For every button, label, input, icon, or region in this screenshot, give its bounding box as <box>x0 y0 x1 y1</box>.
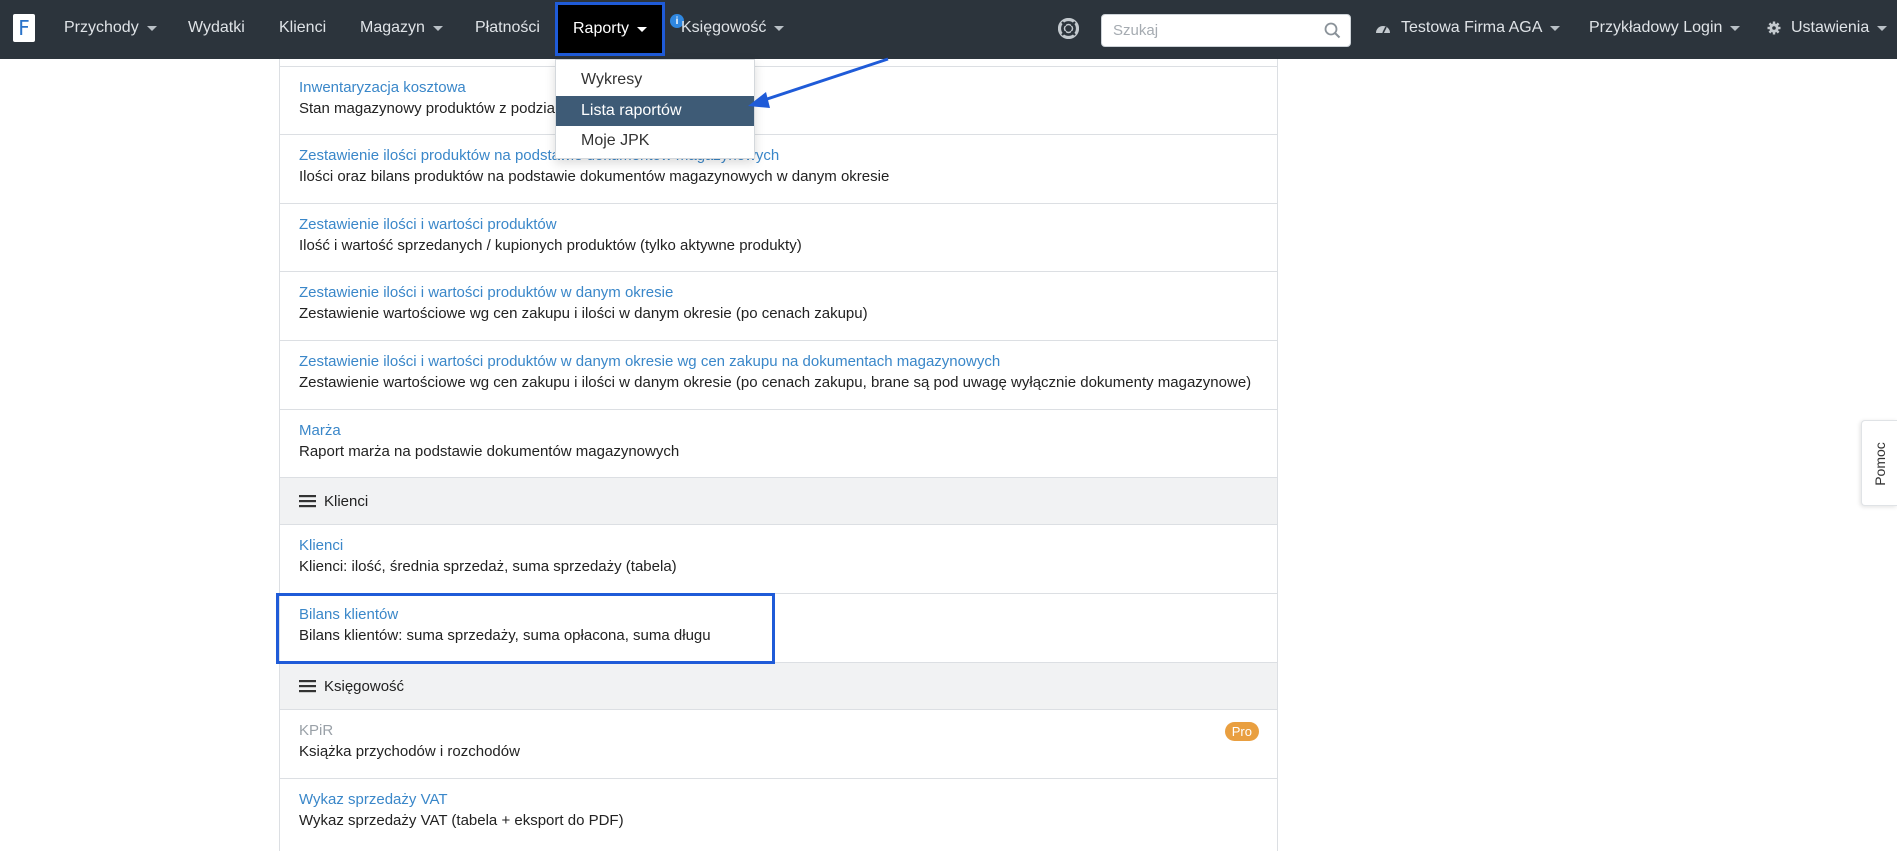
menu-item-moje-jpk[interactable]: Moje JPK <box>556 126 754 156</box>
menu-item-wykresy[interactable]: Wykresy <box>556 65 754 95</box>
bars-icon <box>299 680 316 693</box>
help-tab[interactable]: Pomoc <box>1861 420 1897 506</box>
report-description: Klienci: ilość, średnia sprzedaż, suma s… <box>299 558 677 575</box>
nav-login[interactable]: Przykładowy Login <box>1589 0 1741 56</box>
report-link[interactable]: Klienci <box>299 537 343 554</box>
search-box <box>1101 14 1351 47</box>
chevron-down-icon <box>774 25 785 31</box>
report-description: Ilości oraz bilans produktów na podstawi… <box>299 168 890 185</box>
nav-przychody-label: Przychody <box>64 19 139 36</box>
nav-raporty-label: Raporty <box>572 20 630 37</box>
menu-item-label: Moje JPK <box>581 132 650 149</box>
section-title: Księgowość <box>324 677 405 695</box>
section-header-ksiegowosc: Księgowość <box>280 662 1277 709</box>
nav-company[interactable]: Testowa Firma AGA <box>1375 0 1561 56</box>
nav-wydatki-label: Wydatki <box>188 19 245 36</box>
report-link[interactable]: Wykaz sprzedaży VAT <box>299 791 448 808</box>
nav-ksiegowosc[interactable]: Księgowość <box>681 0 785 56</box>
report-description: Zestawienie wartościowe wg cen zakupu i … <box>299 374 1252 391</box>
report-row: Klienci Klienci: ilość, średnia sprzedaż… <box>280 524 1277 593</box>
report-link[interactable]: Zestawienie ilości i wartości produktów <box>299 216 557 233</box>
chevron-down-icon <box>146 25 157 31</box>
chevron-down-icon <box>1550 25 1561 31</box>
search-icon[interactable] <box>1324 22 1341 39</box>
report-link[interactable]: Zestawienie ilości i wartości produktów … <box>299 353 1000 370</box>
nav-magazyn-label: Magazyn <box>360 19 425 36</box>
report-description: Książka przychodów i rozchodów <box>299 743 520 760</box>
report-link[interactable]: Marża <box>299 422 341 439</box>
highlight-annotation <box>276 593 775 664</box>
report-row: Zestawienie ilości i wartości produktów … <box>280 340 1277 409</box>
search-input[interactable] <box>1102 15 1312 46</box>
help-tab-label: Pomoc <box>1872 442 1888 486</box>
section-title: Klienci <box>324 492 369 510</box>
nav-platnosci-label: Płatności <box>475 19 540 36</box>
top-navbar: F Przychody Wydatki Klienci Magazyn Płat… <box>0 0 1897 59</box>
gear-icon <box>1767 21 1781 35</box>
nav-ksiegowosc-label: Księgowość <box>681 19 767 36</box>
chevron-down-icon <box>1730 25 1741 31</box>
chevron-down-icon <box>1877 25 1888 31</box>
nav-przychody[interactable]: Przychody <box>64 0 157 56</box>
report-list: Inwentaryzacja kosztowa Stan magazynowy … <box>279 59 1278 851</box>
report-link[interactable]: Zestawienie ilości i wartości produktów … <box>299 284 673 301</box>
menu-item-lista-raportow[interactable]: Lista raportów <box>556 96 754 126</box>
nav-magazyn[interactable]: Magazyn <box>360 0 443 56</box>
bars-icon <box>299 495 316 508</box>
pro-badge: Pro <box>1224 722 1259 741</box>
report-description: Raport marża na podstawie dokumentów mag… <box>299 443 680 460</box>
nav-klienci[interactable]: Klienci <box>279 0 326 56</box>
report-row: KPiR Pro Książka przychodów i rozchodów <box>280 709 1277 778</box>
report-link[interactable]: KPiR <box>299 722 333 739</box>
report-row: Zestawienie ilości i wartości produktów … <box>280 203 1277 271</box>
menu-item-label: Lista raportów <box>581 102 682 119</box>
report-description: Zestawienie wartościowe wg cen zakupu i … <box>299 305 868 322</box>
brand-logo[interactable]: F <box>13 14 35 42</box>
nav-raporty[interactable]: Raporty <box>555 2 665 56</box>
chevron-down-icon <box>432 25 443 31</box>
annotation-arrow <box>748 57 889 108</box>
raporty-dropdown-menu: Wykresy Lista raportów Moje JPK <box>555 59 755 159</box>
dashboard-icon <box>1376 26 1390 34</box>
report-description: Stan magazynowy produktów z podziałem <box>299 100 580 117</box>
report-row: Zestawienie ilości i wartości produktów … <box>280 271 1277 340</box>
nav-company-label: Testowa Firma AGA <box>1401 19 1543 36</box>
report-row: Zestawienie ilości produktów na podstawi… <box>280 134 1277 203</box>
lifebuoy-icon[interactable] <box>1058 18 1079 39</box>
nav-settings[interactable]: Ustawienia <box>1767 0 1888 56</box>
section-header-klienci: Klienci <box>280 477 1277 524</box>
nav-platnosci[interactable]: Płatności <box>475 0 540 56</box>
nav-klienci-label: Klienci <box>279 19 327 36</box>
report-description: Ilość i wartość sprzedanych / kupionych … <box>299 237 802 254</box>
nav-login-label: Przykładowy Login <box>1589 19 1723 36</box>
report-row: Marża Raport marża na podstawie dokument… <box>280 409 1277 477</box>
menu-item-label: Wykresy <box>581 71 643 88</box>
report-description: Wykaz sprzedaży VAT (tabela + eksport do… <box>299 812 624 829</box>
nav-wydatki[interactable]: Wydatki <box>188 0 245 56</box>
chevron-down-icon <box>637 26 648 32</box>
nav-settings-label: Ustawienia <box>1791 19 1870 36</box>
report-link[interactable]: Inwentaryzacja kosztowa <box>299 79 466 96</box>
report-row: Wykaz sprzedaży VAT Wykaz sprzedaży VAT … <box>280 778 1277 851</box>
